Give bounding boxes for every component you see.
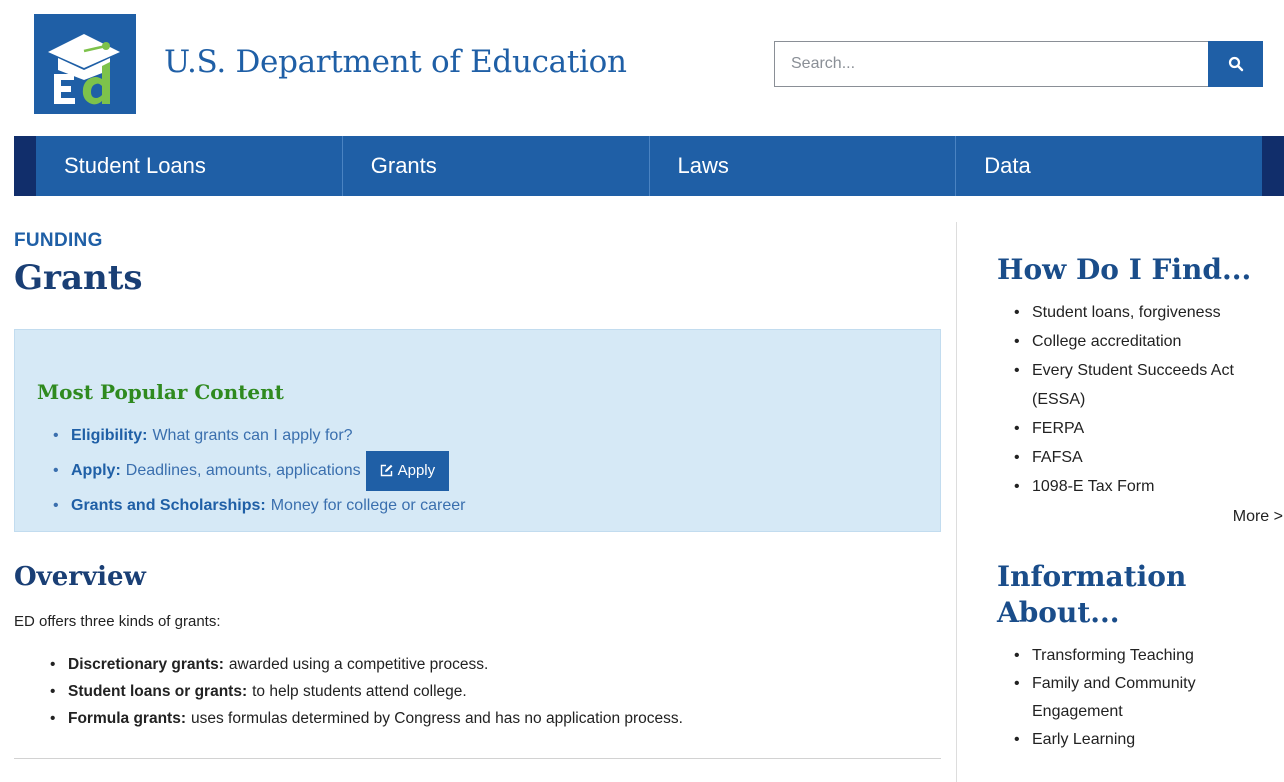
- find-list: Student loans, forgiveness College accre…: [1014, 298, 1284, 501]
- section-kicker: FUNDING: [14, 230, 103, 251]
- search-input[interactable]: [774, 41, 1208, 87]
- find-item-accreditation[interactable]: College accreditation: [1014, 327, 1284, 356]
- grant-term: Discretionary grants:: [68, 655, 224, 673]
- find-item-ferpa[interactable]: FERPA: [1014, 414, 1284, 443]
- apply-button-label: Apply: [397, 462, 436, 479]
- grant-description: to help students attend college.: [252, 682, 467, 700]
- ed-logo-icon: [48, 34, 120, 105]
- nav-item-laws[interactable]: Laws: [650, 136, 957, 196]
- nav-item-grants[interactable]: Grants: [343, 136, 650, 196]
- info-list: Transforming Teaching Family and Communi…: [1014, 642, 1284, 754]
- grant-types-list: Discretionary grants: awarded using a co…: [50, 651, 683, 732]
- grant-description: awarded using a competitive process.: [228, 655, 489, 673]
- find-item-essa[interactable]: Every Student Succeeds Act (ESSA): [1014, 356, 1284, 414]
- more-link[interactable]: More >: [1233, 508, 1283, 526]
- list-item: Apply: Deadlines, amounts, applications …: [53, 450, 465, 491]
- find-item-fafsa[interactable]: FAFSA: [1014, 443, 1284, 472]
- info-item-early-learning[interactable]: Early Learning: [1014, 726, 1284, 754]
- popular-list: Eligibility: What grants can I apply for…: [53, 418, 466, 523]
- popular-heading: Most Popular Content: [37, 380, 284, 404]
- sidebar-divider: [956, 222, 957, 782]
- grant-term: Formula grants:: [68, 709, 186, 727]
- list-item-text: Deadlines, amounts, applications: [125, 461, 361, 479]
- search-bar: [774, 41, 1263, 87]
- overview-title: Overview: [14, 562, 146, 592]
- overview-intro: ED offers three kinds of grants:: [14, 613, 221, 630]
- page-title: Grants: [14, 258, 143, 298]
- main-nav: Student Loans Grants Laws Data: [14, 136, 1284, 196]
- find-heading: How Do I Find...: [997, 253, 1252, 286]
- list-item-text: What grants can I apply for?: [152, 426, 353, 444]
- info-heading: Information About...: [997, 560, 1187, 629]
- list-item: Eligibility: What grants can I apply for…: [53, 418, 465, 453]
- edit-icon: [380, 464, 392, 477]
- grant-term: Student loans or grants:: [68, 682, 248, 700]
- nav-item-student-loans[interactable]: Student Loans: [36, 136, 343, 196]
- grants-scholarships-link[interactable]: Grants and Scholarships:: [71, 497, 266, 515]
- list-item: Discretionary grants: awarded using a co…: [50, 651, 683, 678]
- popular-content-box: Most Popular Content Eligibility: What g…: [14, 329, 941, 532]
- eligibility-link[interactable]: Eligibility:: [71, 427, 147, 445]
- info-item-family-community[interactable]: Family and Community Engagement: [1014, 670, 1284, 726]
- nav-item-data[interactable]: Data: [956, 136, 1262, 196]
- list-item: Student loans or grants: to help student…: [50, 678, 683, 705]
- list-item-text: Money for college or career: [270, 496, 466, 514]
- apply-link[interactable]: Apply:: [71, 462, 121, 480]
- apply-button[interactable]: Apply: [365, 450, 450, 491]
- grant-description: uses formulas determined by Congress and…: [190, 709, 683, 727]
- list-item: Formula grants: uses formulas determined…: [50, 705, 683, 732]
- content-divider: [14, 758, 941, 759]
- search-icon: [1228, 56, 1243, 72]
- ed-logo[interactable]: [34, 14, 136, 114]
- find-item-student-loans[interactable]: Student loans, forgiveness: [1014, 298, 1284, 327]
- search-button[interactable]: [1208, 41, 1263, 87]
- info-item-transforming-teaching[interactable]: Transforming Teaching: [1014, 642, 1284, 670]
- find-item-1098e[interactable]: 1098-E Tax Form: [1014, 472, 1284, 501]
- site-title[interactable]: U.S. Department of Education: [164, 44, 627, 80]
- list-item: Grants and Scholarships: Money for colle…: [53, 488, 466, 523]
